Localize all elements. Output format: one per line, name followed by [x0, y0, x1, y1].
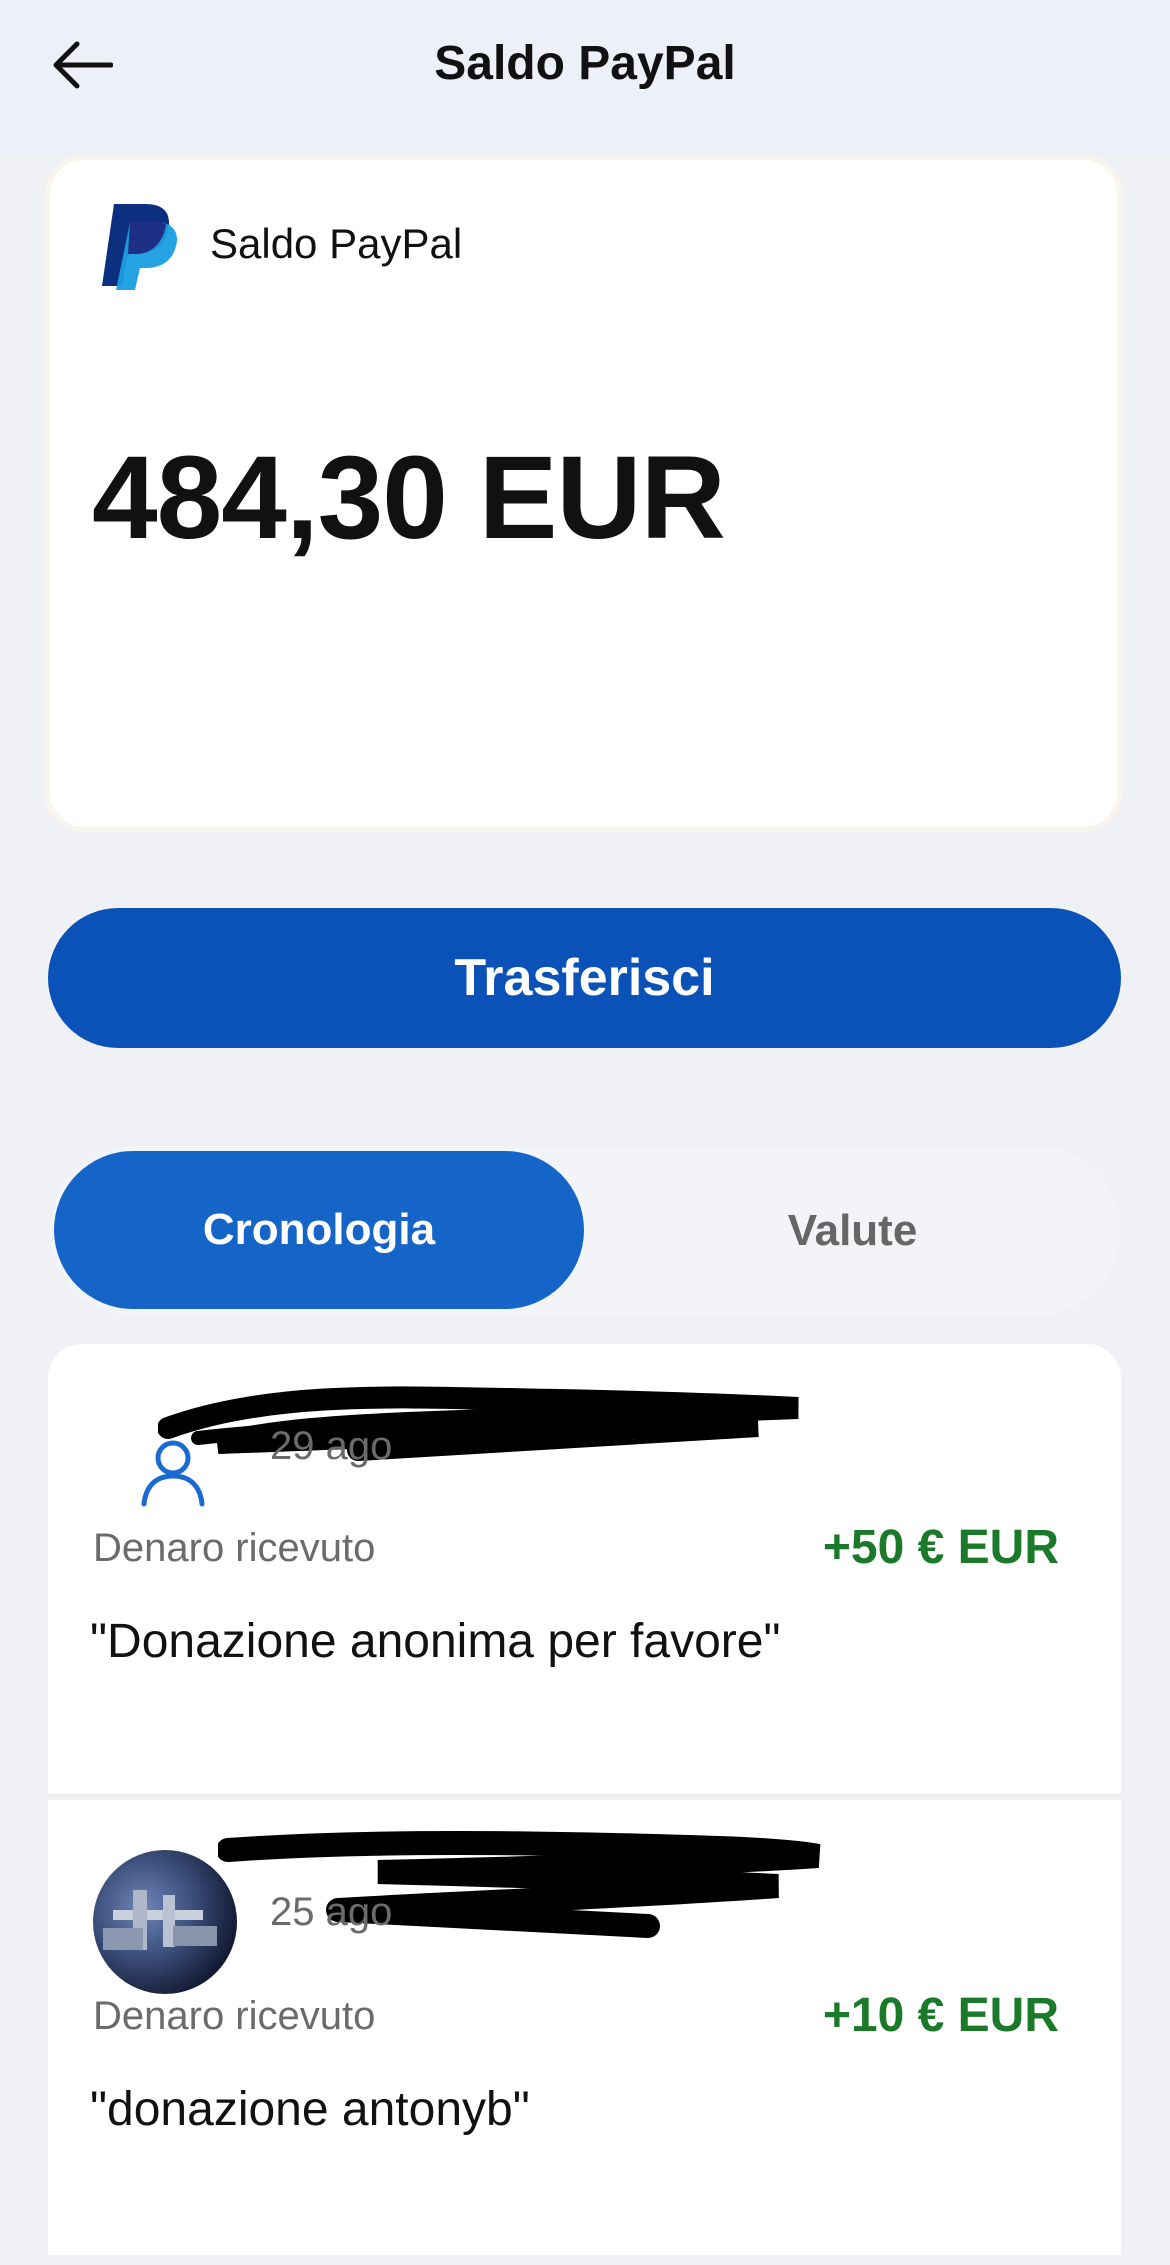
transaction-note: "Donazione anonima per favore" [90, 1615, 781, 1668]
page-title: Saldo PayPal [434, 37, 736, 90]
paypal-logo-icon [102, 204, 178, 290]
satellite-image [103, 1890, 217, 1950]
transaction-note: "donazione antonyb" [90, 2083, 530, 2136]
transaction-amount: +10 € EUR [822, 1989, 1059, 2042]
screen: Saldo PayPal Saldo PayPal 484,30 EUR Tra… [0, 0, 1170, 2265]
person-icon [141, 1440, 205, 1507]
balance-label: Saldo PayPal [210, 220, 463, 267]
top-bar: Saldo PayPal [0, 0, 1170, 155]
transaction-row[interactable]: 25 ago Denaro ricevuto +10 € EUR "donazi… [48, 1800, 1121, 2255]
transaction-type: Denaro ricevuto [93, 1994, 376, 2038]
transaction-date: 25 ago [270, 1890, 393, 1934]
transfer-button[interactable]: Trasferisci [48, 908, 1121, 1048]
transaction-date: 29 ago [270, 1424, 393, 1468]
balance-amount: 484,30 EUR [92, 432, 726, 564]
redaction-scribble [158, 1386, 799, 1461]
transaction-type: Denaro ricevuto [93, 1526, 376, 1570]
profile-photo [93, 1850, 237, 1994]
tab-switcher: Cronologia Valute [50, 1146, 1121, 1316]
tab-cronologia[interactable]: Cronologia [54, 1151, 584, 1309]
tab-valute[interactable]: Valute [585, 1146, 1120, 1316]
balance-card[interactable]: Saldo PayPal 484,30 EUR [50, 160, 1117, 827]
transaction-amount: +50 € EUR [822, 1521, 1059, 1574]
transaction-row[interactable]: 29 ago Denaro ricevuto +50 € EUR "Donazi… [48, 1344, 1121, 1794]
